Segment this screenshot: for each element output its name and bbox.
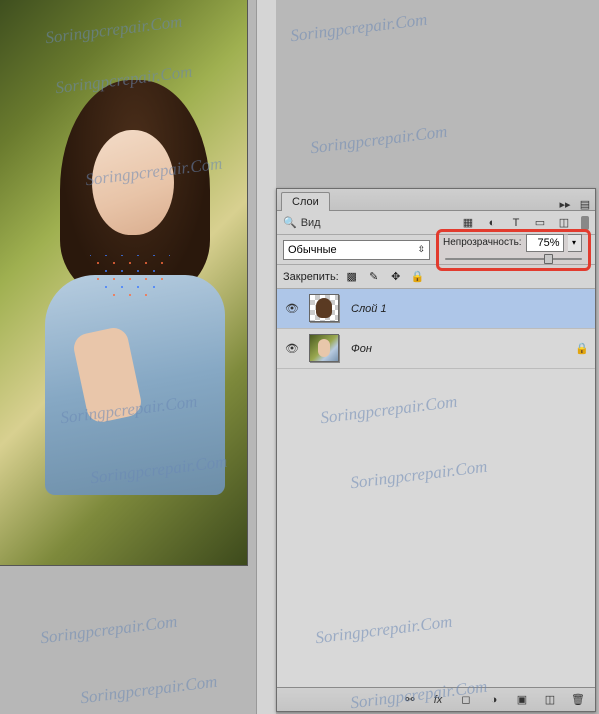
chevron-updown-icon: ⇳ bbox=[417, 244, 425, 255]
layer-thumbnail[interactable] bbox=[309, 294, 339, 322]
blend-mode-select[interactable]: Обычные ⇳ bbox=[283, 240, 430, 260]
tab-layers[interactable]: Слои bbox=[281, 192, 330, 211]
panel-footer: ⚯ fx ◻ ◑ ▣ ◫ 🗑 bbox=[277, 687, 595, 711]
opacity-slider-thumb[interactable] bbox=[544, 254, 553, 264]
layer-row[interactable]: 👁 Фон 🔒 bbox=[277, 329, 595, 369]
lock-all-icon[interactable]: 🔒 bbox=[411, 270, 425, 284]
new-layer-icon[interactable]: ◫ bbox=[543, 693, 557, 707]
filter-type-icon[interactable]: T bbox=[509, 216, 523, 230]
filter-image-icon[interactable]: ▦ bbox=[461, 216, 475, 230]
fill-adjust-icon[interactable]: ◑ bbox=[487, 693, 501, 707]
opacity-field[interactable]: 75% bbox=[526, 234, 564, 252]
filter-adjust-icon[interactable]: ◐ bbox=[485, 216, 499, 230]
canvas-area bbox=[0, 0, 276, 714]
filter-kind-label: Вид bbox=[301, 217, 321, 229]
search-icon: 🔍 bbox=[283, 216, 297, 229]
trash-icon[interactable]: 🗑 bbox=[571, 693, 585, 707]
layers-panel: Слои ▸▸ ▤ 🔍 Вид ▦ ◐ T ▭ ◫ Обычные ⇳ Непр… bbox=[276, 188, 596, 712]
lock-icon: 🔒 bbox=[575, 342, 589, 355]
visibility-icon[interactable]: 👁 bbox=[283, 340, 301, 358]
opacity-slider[interactable] bbox=[443, 254, 584, 264]
layer-name-label: Слой 1 bbox=[351, 303, 387, 315]
fx-icon[interactable]: fx bbox=[431, 693, 445, 707]
layer-options-row: Обычные ⇳ Непрозрачность: 75% ▾ bbox=[277, 235, 595, 265]
panel-tabbar: Слои ▸▸ ▤ bbox=[277, 189, 595, 211]
group-icon[interactable]: ▣ bbox=[515, 693, 529, 707]
filter-smart-icon[interactable]: ◫ bbox=[557, 216, 571, 230]
visibility-icon[interactable]: 👁 bbox=[283, 300, 301, 318]
filter-shape-icon[interactable]: ▭ bbox=[533, 216, 547, 230]
mask-icon[interactable]: ◻ bbox=[459, 693, 473, 707]
watermark-text: Soringpcrepair.Com bbox=[289, 10, 428, 47]
opacity-label: Непрозрачность: bbox=[443, 237, 522, 248]
vertical-scrollbar[interactable] bbox=[256, 0, 276, 714]
layer-row[interactable]: 👁 Слой 1 bbox=[277, 289, 595, 329]
layer-filter-kind[interactable]: 🔍 Вид bbox=[283, 216, 321, 229]
layer-thumbnail[interactable] bbox=[309, 334, 339, 362]
lock-pixels-icon[interactable]: ▩ bbox=[345, 270, 359, 284]
lock-brush-icon[interactable]: ✎ bbox=[367, 270, 381, 284]
layer-list: 👁 Слой 1 👁 Фон 🔒 bbox=[277, 289, 595, 687]
document-image[interactable] bbox=[0, 0, 248, 566]
filter-toggle-icon[interactable] bbox=[581, 216, 589, 230]
lock-position-icon[interactable]: ✥ bbox=[389, 270, 403, 284]
link-layers-icon[interactable]: ⚯ bbox=[403, 693, 417, 707]
lock-label: Закрепить: bbox=[283, 271, 339, 283]
opacity-dropdown-icon[interactable]: ▾ bbox=[568, 234, 582, 252]
blend-mode-value: Обычные bbox=[288, 244, 337, 256]
watermark-text: Soringpcrepair.Com bbox=[309, 122, 448, 159]
layer-name-label: Фон bbox=[351, 343, 372, 355]
panel-menu-icon[interactable]: ▤ bbox=[579, 198, 591, 210]
collapse-icon[interactable]: ▸▸ bbox=[559, 198, 571, 210]
lock-row: Закрепить: ▩ ✎ ✥ 🔒 bbox=[277, 265, 595, 289]
